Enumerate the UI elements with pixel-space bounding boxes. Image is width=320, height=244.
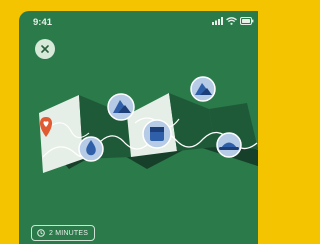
hat-icon (216, 132, 242, 158)
mountain-icon (190, 76, 216, 102)
duration-label: 2 MINUTES (49, 229, 89, 237)
mountain-icon (107, 93, 135, 121)
battery-icon (240, 17, 254, 25)
wifi-icon (226, 17, 237, 25)
status-time: 9:41 (33, 17, 53, 28)
cube-icon (142, 119, 172, 149)
app-screen: 9:41 2 MINUTES (19, 11, 258, 244)
status-bar: 9:41 (19, 11, 258, 33)
folded-map-illustration (39, 76, 258, 173)
duration-badge: 2 MINUTES (31, 225, 96, 241)
close-icon (41, 45, 49, 53)
status-icons (212, 16, 254, 26)
signal-icon (212, 17, 223, 25)
clock-icon (37, 229, 45, 237)
water-drop-icon (78, 136, 104, 162)
close-button[interactable] (35, 39, 55, 59)
